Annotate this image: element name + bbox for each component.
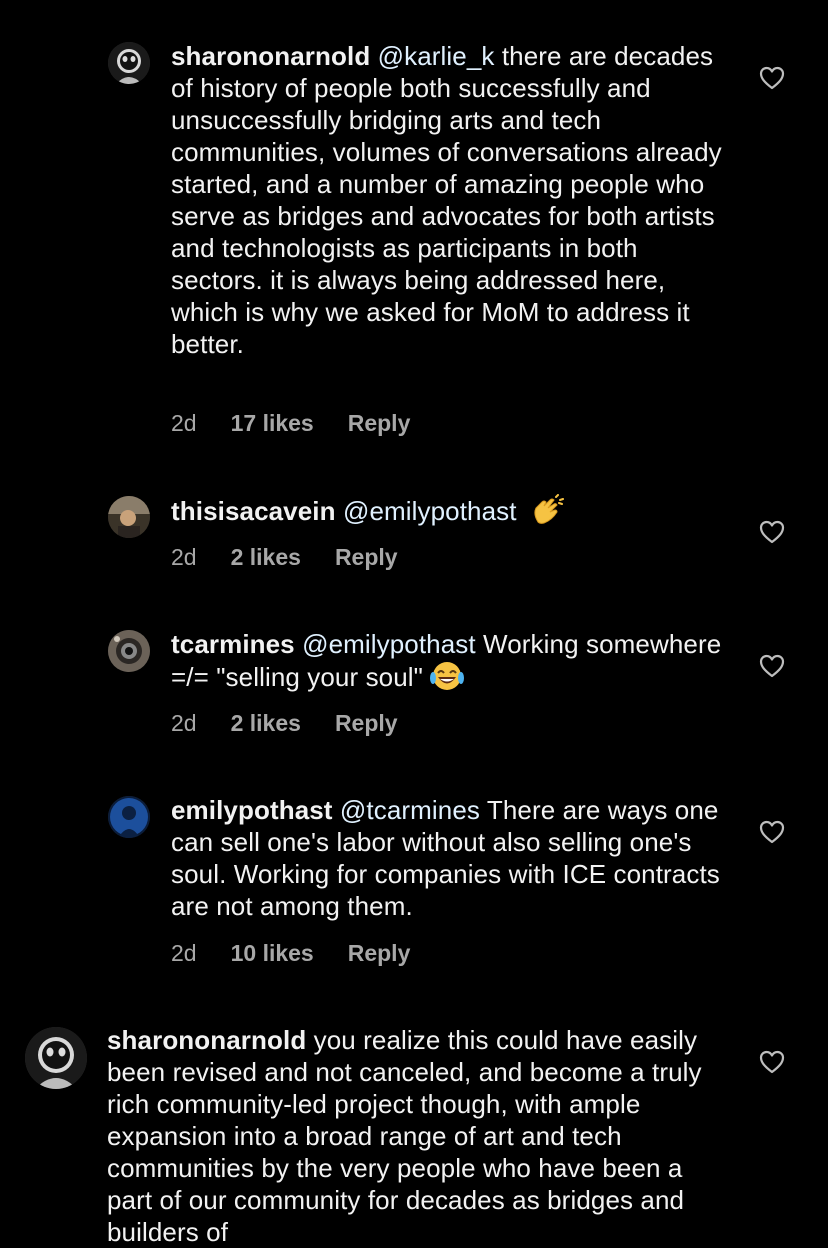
comment-meta: 2d 17 likes Reply bbox=[171, 410, 410, 437]
likes-count[interactable]: 2 likes bbox=[231, 710, 301, 737]
avatar[interactable] bbox=[108, 42, 150, 84]
heart-icon[interactable] bbox=[759, 520, 785, 544]
reply-button[interactable]: Reply bbox=[348, 410, 411, 437]
comment-text: emilypothast @tcarmines There are ways o… bbox=[171, 794, 731, 922]
reply-button[interactable]: Reply bbox=[335, 710, 398, 737]
mention-link[interactable]: @emilypothast bbox=[302, 629, 476, 659]
avatar[interactable] bbox=[108, 496, 150, 538]
likes-count[interactable]: 10 likes bbox=[231, 940, 314, 967]
comment-meta: 2d 2 likes Reply bbox=[171, 710, 398, 737]
comment-age: 2d bbox=[171, 710, 197, 736]
username[interactable]: thisisacavein bbox=[171, 496, 336, 526]
comment-age: 2d bbox=[171, 410, 197, 436]
comment-body: there are decades of history of people b… bbox=[171, 41, 722, 359]
avatar[interactable] bbox=[108, 796, 150, 838]
likes-count[interactable]: 2 likes bbox=[231, 544, 301, 571]
mention-link[interactable]: @karlie_k bbox=[378, 41, 495, 71]
username[interactable]: emilypothast bbox=[171, 795, 333, 825]
comment-meta: 2d 10 likes Reply bbox=[171, 940, 410, 967]
heart-icon[interactable] bbox=[759, 654, 785, 678]
comment-meta: 2d 2 likes Reply bbox=[171, 544, 398, 571]
heart-icon[interactable] bbox=[759, 820, 785, 844]
likes-count[interactable]: 17 likes bbox=[231, 410, 314, 437]
comment-body: you realize this could have easily been … bbox=[107, 1025, 702, 1247]
reply-button[interactable]: Reply bbox=[348, 940, 411, 967]
avatar[interactable] bbox=[25, 1027, 87, 1089]
reply-button[interactable]: Reply bbox=[335, 544, 398, 571]
comment-text: sharononarnold you realize this could ha… bbox=[107, 1024, 731, 1248]
mention-link[interactable]: @emilypothast bbox=[343, 496, 517, 526]
comment-body bbox=[517, 496, 524, 526]
avatar[interactable] bbox=[108, 630, 150, 672]
username[interactable]: sharononarnold bbox=[107, 1025, 306, 1055]
clapping-hands-icon bbox=[530, 494, 564, 533]
comment-text: thisisacavein @emilypothast bbox=[171, 494, 731, 533]
comment-age: 2d bbox=[171, 544, 197, 570]
comment-text: sharononarnold @karlie_k there are decad… bbox=[171, 40, 731, 360]
comment-age: 2d bbox=[171, 940, 197, 966]
username[interactable]: tcarmines bbox=[171, 629, 295, 659]
comment-text: tcarmines @emilypothast Working somewher… bbox=[171, 628, 731, 699]
heart-icon[interactable] bbox=[759, 66, 785, 90]
mention-link[interactable]: @tcarmines bbox=[340, 795, 480, 825]
heart-icon[interactable] bbox=[759, 1050, 785, 1074]
tears-of-joy-icon bbox=[429, 660, 465, 699]
username[interactable]: sharononarnold bbox=[171, 41, 370, 71]
